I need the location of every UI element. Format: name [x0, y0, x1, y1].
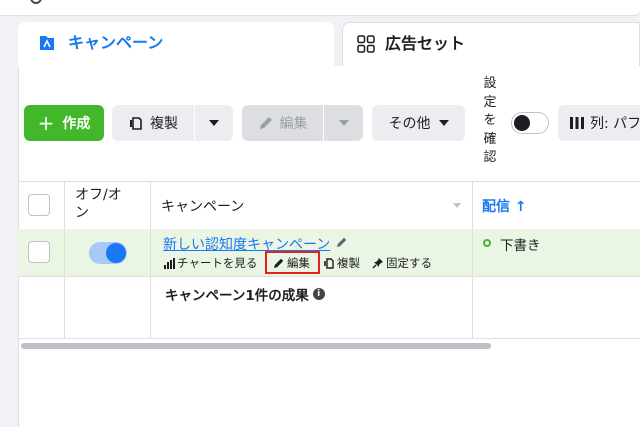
- columns-button-label: 列: パフ: [590, 116, 640, 132]
- bar-chart-icon: [164, 257, 175, 269]
- columns-icon: [570, 117, 584, 129]
- annotation-highlight-box: [265, 251, 320, 274]
- pencil-icon: [259, 117, 272, 129]
- more-button-label: その他: [388, 116, 431, 132]
- pin-action[interactable]: 固定する: [372, 255, 432, 271]
- top-search-strip: [0, 0, 640, 16]
- create-button-label: 作成: [62, 116, 91, 132]
- info-icon[interactable]: i: [312, 288, 325, 300]
- row-checkbox[interactable]: [28, 241, 50, 263]
- duplicate-dropdown-button[interactable]: [195, 105, 233, 141]
- pin-icon: [372, 258, 383, 269]
- edit-button[interactable]: 編集: [242, 105, 323, 141]
- tab-adsets-label: 広告セット: [385, 34, 466, 53]
- row-bottom-border: [18, 276, 640, 277]
- duplicate-action[interactable]: 複製: [323, 255, 360, 271]
- header-delivery[interactable]: 配信 ↑: [482, 196, 527, 216]
- duplicate-button[interactable]: 複製: [112, 105, 194, 141]
- chevron-down-icon: [209, 120, 219, 126]
- sort-caret-icon[interactable]: [453, 203, 461, 208]
- table-top-border: [18, 181, 640, 182]
- pin-action-label: 固定する: [386, 256, 432, 270]
- header-toggle[interactable]: オフ/オン: [75, 186, 135, 222]
- chevron-down-icon: [338, 120, 349, 126]
- campaign-icon: [40, 36, 54, 50]
- results-summary: キャンペーン1件の成果 i: [165, 284, 325, 304]
- adset-grid-icon: [357, 35, 375, 53]
- settings-toggle[interactable]: [511, 112, 549, 134]
- search-icon[interactable]: [30, 0, 42, 4]
- column-divider: [472, 181, 473, 338]
- duplicate-icon: [324, 258, 334, 269]
- tab-adsets[interactable]: 広告セット: [342, 22, 640, 66]
- draft-status-dot-icon: [483, 239, 491, 247]
- column-divider: [150, 181, 151, 338]
- tab-campaigns[interactable]: キャンペーン: [18, 22, 334, 68]
- select-all-checkbox[interactable]: [28, 194, 50, 216]
- edit-button-label: 編集: [279, 116, 308, 132]
- chevron-down-icon: [438, 120, 449, 126]
- pencil-icon[interactable]: [336, 236, 348, 248]
- toggle-knob: [514, 115, 530, 131]
- duplicate-button-label: 複製: [150, 116, 178, 132]
- results-summary-label: キャンペーン1件の成果: [165, 288, 309, 304]
- edit-dropdown-button[interactable]: [324, 105, 363, 141]
- columns-button[interactable]: 列: パフ: [558, 105, 640, 141]
- view-chart-action[interactable]: チャートを見る: [164, 255, 257, 271]
- plus-icon: +: [37, 111, 55, 135]
- tab-campaigns-label: キャンペーン: [68, 33, 164, 52]
- toggle-knob: [106, 243, 126, 263]
- duplicate-action-label: 複製: [337, 256, 360, 270]
- header-campaign[interactable]: キャンペーン: [161, 196, 244, 216]
- more-button[interactable]: その他: [372, 105, 465, 141]
- column-divider: [64, 181, 65, 338]
- duplicate-icon: [130, 117, 142, 130]
- horizontal-scrollbar[interactable]: [21, 343, 491, 349]
- summary-bottom-border: [18, 338, 640, 339]
- campaign-toggle[interactable]: [89, 242, 127, 264]
- delivery-status: 下書き: [500, 238, 541, 254]
- create-button[interactable]: + 作成: [24, 105, 104, 141]
- view-chart-label: チャートを見る: [177, 256, 258, 270]
- settings-label: 設定を確認: [483, 76, 497, 166]
